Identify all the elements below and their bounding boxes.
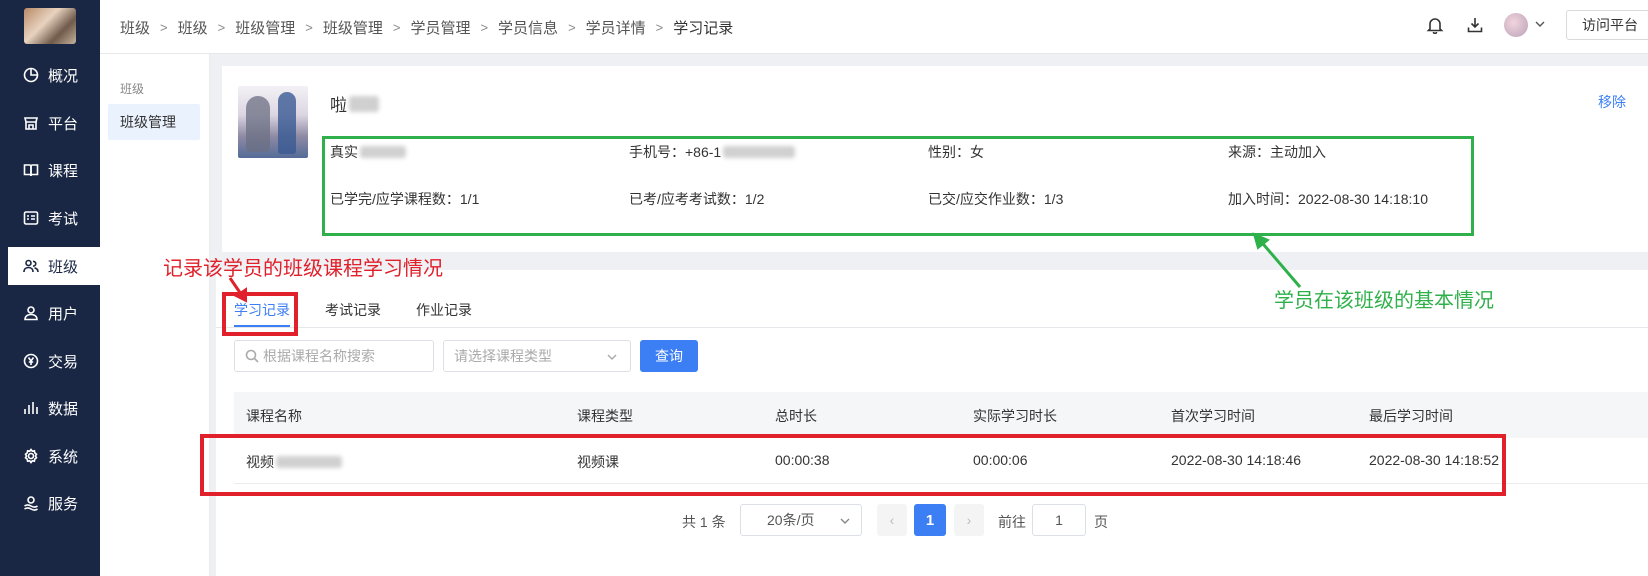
nav-item-platform[interactable]: 平台 xyxy=(0,104,100,142)
nav-item-user[interactable]: 用户 xyxy=(0,294,100,332)
chevron-right-icon: > xyxy=(480,20,489,35)
goto-page-input[interactable]: 1 xyxy=(1032,504,1086,536)
avatar xyxy=(1504,13,1528,37)
page-size-value: 20条/页 xyxy=(767,512,815,528)
nav-item-label: 交易 xyxy=(48,353,79,371)
nav-item-label: 概况 xyxy=(48,67,79,85)
breadcrumb-current: 学习记录 xyxy=(673,20,734,37)
chevron-right-icon: > xyxy=(217,20,226,35)
breadcrumb-item[interactable]: 班级 xyxy=(178,17,208,38)
redacted-text xyxy=(349,95,379,112)
visit-platform-button[interactable]: 访问平台 xyxy=(1566,10,1648,40)
chevron-right-icon: > xyxy=(392,20,401,35)
chevron-right-icon: › xyxy=(966,512,972,528)
nav-item-label: 课程 xyxy=(48,162,79,180)
annotation-green-box xyxy=(322,136,1474,236)
book-icon xyxy=(22,161,40,179)
chevron-right-icon: > xyxy=(305,20,313,35)
download-icon[interactable] xyxy=(1464,14,1486,36)
select-placeholder: 请选择课程类型 xyxy=(454,348,552,364)
sub-nav: 班级 班级管理 xyxy=(100,54,210,576)
page-number-current[interactable]: 1 xyxy=(914,504,946,536)
column-header: 实际学习时长 xyxy=(973,408,1057,424)
search-icon xyxy=(245,349,259,363)
breadcrumb-item[interactable]: 学员管理 xyxy=(410,17,470,38)
user-menu[interactable] xyxy=(1504,13,1546,37)
page-suffix: 页 xyxy=(1094,514,1108,530)
table-header: 课程名称 课程类型 总时长 实际学习时长 首次学习时间 最后学习时间 xyxy=(234,392,1648,438)
goto-label: 前往 xyxy=(998,514,1026,530)
bar-chart-icon xyxy=(22,399,40,417)
chevron-right-icon: > xyxy=(568,20,576,35)
chevron-right-icon: > xyxy=(160,20,168,35)
nav-item-label: 考试 xyxy=(48,210,79,228)
breadcrumb-item[interactable]: 学员信息 xyxy=(498,17,558,38)
nav-item-label: 用户 xyxy=(48,305,79,323)
nav-item-label: 服务 xyxy=(48,495,79,513)
breadcrumb-item[interactable]: 班级管理 xyxy=(323,17,383,38)
prev-page-button[interactable]: ‹ xyxy=(877,504,907,536)
remove-button[interactable]: 移除 xyxy=(1598,92,1626,112)
nav-item-trade[interactable]: 交易 xyxy=(0,342,100,380)
column-header: 总时长 xyxy=(775,408,817,424)
records-panel: 学习记录 考试记录 作业记录 根据课程名称搜索 请选择课程类型 查询 课程名称 … xyxy=(216,270,1648,576)
course-search-input[interactable]: 根据课程名称搜索 xyxy=(234,340,434,372)
user-icon xyxy=(22,304,40,322)
page-size-select[interactable]: 20条/页 xyxy=(740,504,862,536)
breadcrumb-item[interactable]: 班级 xyxy=(120,17,150,38)
nav-item-label: 平台 xyxy=(48,115,79,133)
nav-item-exam[interactable]: 考试 xyxy=(0,199,100,237)
student-photo xyxy=(238,86,308,158)
sub-nav-group-label: 班级 xyxy=(120,82,145,96)
nav-item-service[interactable]: 服务 xyxy=(0,484,100,522)
tab-exam-records[interactable]: 考试记录 xyxy=(325,300,381,320)
pagination: 共 1 条 20条/页 ‹ 1 › 前往 1 页 xyxy=(216,504,1648,536)
yen-icon xyxy=(22,352,40,370)
column-header: 最后学习时间 xyxy=(1369,408,1453,424)
store-icon xyxy=(22,114,40,132)
breadcrumb: 班级 > 班级 > 班级管理 > 班级管理 > 学员管理 > 学员信息 > 学员… xyxy=(120,17,733,38)
top-actions: 访问平台 xyxy=(1424,10,1648,40)
nav-item-overview[interactable]: 概况 xyxy=(0,56,100,94)
column-header: 课程类型 xyxy=(577,408,633,424)
annotation-red-tab-box xyxy=(222,292,298,336)
student-name-text: 啦 xyxy=(330,96,347,115)
logo[interactable] xyxy=(24,8,76,44)
course-type-select[interactable]: 请选择课程类型 xyxy=(443,340,631,372)
gear-icon xyxy=(22,447,40,465)
class-icon xyxy=(22,257,40,275)
breadcrumb-item[interactable]: 班级管理 xyxy=(235,17,295,38)
tab-homework-records[interactable]: 作业记录 xyxy=(416,300,472,320)
nav-item-label: 系统 xyxy=(48,448,79,466)
nav-item-label: 数据 xyxy=(48,400,79,418)
sub-nav-item-class-management[interactable]: 班级管理 xyxy=(108,104,200,140)
nav-item-class[interactable]: 班级 xyxy=(8,247,100,285)
breadcrumb-item[interactable]: 学员详情 xyxy=(586,17,646,38)
chevron-down-icon xyxy=(839,514,851,530)
chevron-down-icon xyxy=(606,350,618,366)
top-bar: 班级 > 班级 > 班级管理 > 班级管理 > 学员管理 > 学员信息 > 学员… xyxy=(100,0,1648,54)
search-placeholder: 根据课程名称搜索 xyxy=(263,348,375,364)
nav-item-data[interactable]: 数据 xyxy=(0,389,100,427)
chevron-left-icon: ‹ xyxy=(889,512,895,528)
exam-icon xyxy=(22,209,40,227)
service-icon xyxy=(22,494,40,512)
chart-pie-icon xyxy=(22,66,40,84)
chevron-right-icon: > xyxy=(655,20,664,35)
nav-item-label: 班级 xyxy=(48,258,79,276)
annotation-red-row-box xyxy=(200,434,1506,496)
total-count: 共 1 条 xyxy=(682,514,726,530)
bell-icon[interactable] xyxy=(1424,14,1446,36)
column-header: 首次学习时间 xyxy=(1171,408,1255,424)
next-page-button[interactable]: › xyxy=(954,504,984,536)
main-nav: 概况 平台 课程 考试 班级 用户 交易 数据 系统 服务 xyxy=(0,0,100,576)
annotation-green-note: 学员在该班级的基本情况 xyxy=(1274,288,1494,312)
query-button[interactable]: 查询 xyxy=(640,340,698,372)
annotation-red-note: 记录该学员的班级课程学习情况 xyxy=(163,256,443,280)
student-name: 啦 xyxy=(330,91,379,116)
column-header: 课程名称 xyxy=(246,408,302,424)
nav-item-course[interactable]: 课程 xyxy=(0,151,100,189)
nav-item-system[interactable]: 系统 xyxy=(0,437,100,475)
chevron-down-icon xyxy=(1534,17,1546,33)
